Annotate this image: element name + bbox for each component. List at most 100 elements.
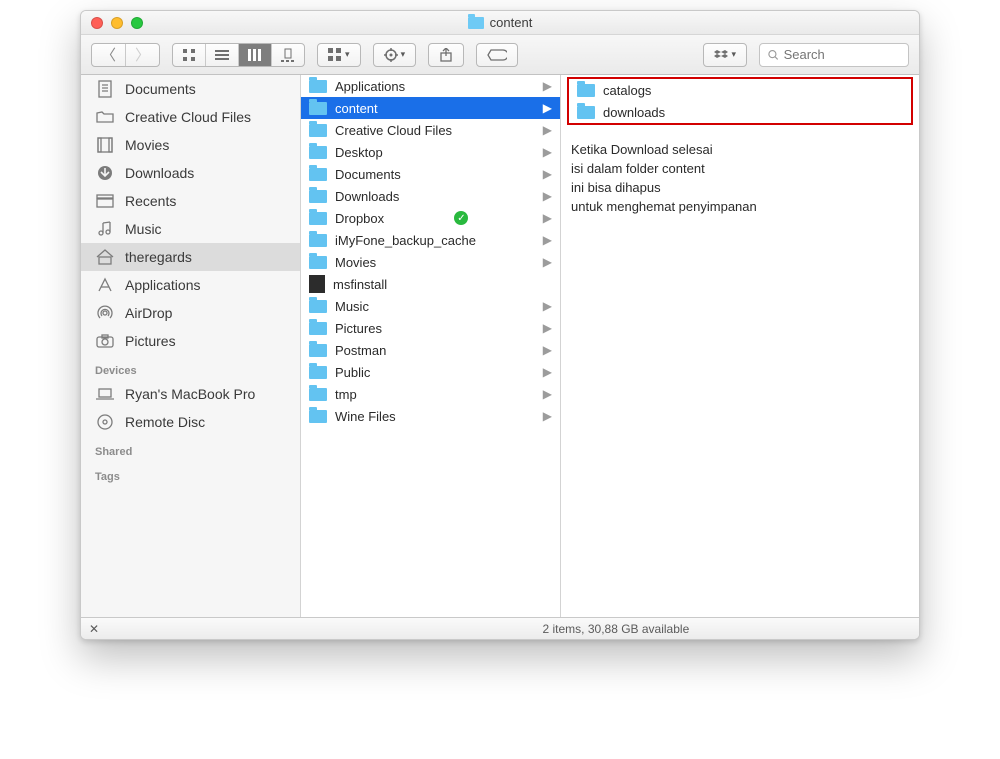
sidebar-item-music[interactable]: Music (81, 215, 300, 243)
dropbox-button[interactable]: ▾ (703, 43, 747, 67)
column-2[interactable]: catalogsdownloads Ketika Download selesa… (561, 75, 919, 617)
chevron-right-icon: ▶ (543, 321, 552, 335)
sidebar-item-remote-disc[interactable]: Remote Disc (81, 408, 300, 436)
sidebar-item-label: Creative Cloud Files (125, 109, 251, 125)
view-icon-button[interactable] (173, 44, 206, 66)
view-column-button[interactable] (239, 44, 272, 66)
list-item[interactable]: Pictures▶ (301, 317, 560, 339)
search-icon (768, 49, 779, 61)
item-name: Music (335, 299, 369, 314)
forward-button[interactable]: 〉 (126, 44, 159, 66)
item-name: Documents (335, 167, 401, 182)
folder-icon (468, 17, 484, 29)
list-item[interactable]: msfinstall (301, 273, 560, 295)
sidebar-item-recents[interactable]: Recents (81, 187, 300, 215)
sidebar-item-downloads[interactable]: Downloads (81, 159, 300, 187)
folder-icon (309, 212, 327, 225)
item-name: Creative Cloud Files (335, 123, 452, 138)
chevron-right-icon: ▶ (543, 233, 552, 247)
list-item[interactable]: Postman▶ (301, 339, 560, 361)
list-item[interactable]: Dropbox ✓ ▶ (301, 207, 560, 229)
folder-icon (309, 256, 327, 269)
column-1[interactable]: Applications▶content▶Creative Cloud File… (301, 75, 561, 617)
folder-icon (577, 106, 595, 119)
list-item[interactable]: Downloads▶ (301, 185, 560, 207)
folder-icon (309, 322, 327, 335)
airdrop-icon (95, 305, 115, 321)
folder-icon (309, 168, 327, 181)
list-item[interactable]: content ▶ (301, 97, 560, 119)
sidebar-item-theregards[interactable]: theregards (81, 243, 300, 271)
back-button[interactable]: 〈 (92, 44, 126, 66)
item-name: content (335, 101, 378, 116)
chevron-right-icon: ▶ (543, 101, 552, 115)
item-name: msfinstall (333, 277, 387, 292)
chevron-right-icon: ▶ (543, 211, 552, 225)
folder-icon (309, 344, 327, 357)
list-item[interactable]: catalogs (569, 79, 911, 101)
sidebar[interactable]: Documents Creative Cloud Files Movies Downl… (81, 75, 301, 617)
folder-icon (309, 388, 327, 401)
sidebar-item-label: AirDrop (125, 305, 172, 321)
item-name: Dropbox (335, 211, 384, 226)
sidebar-item-label: theregards (125, 249, 192, 265)
item-name: Movies (335, 255, 376, 270)
apps-icon (95, 277, 115, 293)
annotation-text: Ketika Download selesaiisi dalam folder … (561, 127, 919, 230)
sidebar-item-pictures[interactable]: Pictures (81, 327, 300, 355)
sidebar-item-applications[interactable]: Applications (81, 271, 300, 299)
annotation-box: catalogsdownloads (567, 77, 913, 125)
view-list-button[interactable] (206, 44, 239, 66)
action-button[interactable]: ▾ (373, 43, 417, 67)
list-item[interactable]: Creative Cloud Files ▶ (301, 119, 560, 141)
list-item[interactable]: Music ▶ (301, 295, 560, 317)
folder-icon (309, 190, 327, 203)
doc-icon (95, 80, 115, 98)
folder-icon (309, 124, 327, 137)
sidebar-item-airdrop[interactable]: AirDrop (81, 299, 300, 327)
search-input[interactable] (784, 47, 900, 62)
folder-icon (95, 110, 115, 124)
list-item[interactable]: tmp▶ (301, 383, 560, 405)
search-field[interactable] (759, 43, 909, 67)
path-icon[interactable]: ✕ (89, 622, 99, 636)
content-area: Documents Creative Cloud Files Movies Downl… (81, 75, 919, 617)
share-button[interactable] (428, 43, 464, 67)
sidebar-item-label: Applications (125, 277, 201, 293)
folder-icon (309, 102, 327, 115)
sidebar-item-documents[interactable]: Documents (81, 75, 300, 103)
sidebar-item-label: Remote Disc (125, 414, 205, 430)
sidebar-item-movies[interactable]: Movies (81, 131, 300, 159)
list-item[interactable]: Desktop▶ (301, 141, 560, 163)
item-name: Desktop (335, 145, 383, 160)
sidebar-item-creative-cloud-files[interactable]: Creative Cloud Files (81, 103, 300, 131)
view-gallery-button[interactable] (272, 44, 304, 66)
nav-buttons: 〈 〉 (91, 43, 160, 67)
synced-icon: ✓ (454, 211, 468, 225)
home-icon (95, 249, 115, 265)
sidebar-header-shared: Shared (81, 436, 300, 461)
list-item[interactable]: iMyFone_backup_cache▶ (301, 229, 560, 251)
list-item[interactable]: Documents▶ (301, 163, 560, 185)
list-item[interactable]: Wine Files▶ (301, 405, 560, 427)
item-name: Downloads (335, 189, 399, 204)
item-name: Public (335, 365, 370, 380)
sidebar-item-label: Downloads (125, 165, 194, 181)
chevron-right-icon: ▶ (543, 299, 552, 313)
sidebar-item-ryan-s-macbook-pro[interactable]: Ryan's MacBook Pro (81, 380, 300, 408)
chevron-right-icon: ▶ (543, 387, 552, 401)
sidebar-item-label: Music (125, 221, 162, 237)
list-item[interactable]: Applications▶ (301, 75, 560, 97)
item-name: Postman (335, 343, 386, 358)
sidebar-item-label: Documents (125, 81, 196, 97)
list-item[interactable]: downloads (569, 101, 911, 123)
folder-icon (309, 366, 327, 379)
folder-icon (309, 410, 327, 423)
arrange-button[interactable]: ▾ (317, 43, 361, 67)
chevron-right-icon: ▶ (543, 123, 552, 137)
list-item[interactable]: Public▶ (301, 361, 560, 383)
sidebar-item-label: Recents (125, 193, 176, 209)
list-item[interactable]: Movies▶ (301, 251, 560, 273)
tags-button[interactable] (476, 43, 518, 67)
music-icon (95, 221, 115, 237)
